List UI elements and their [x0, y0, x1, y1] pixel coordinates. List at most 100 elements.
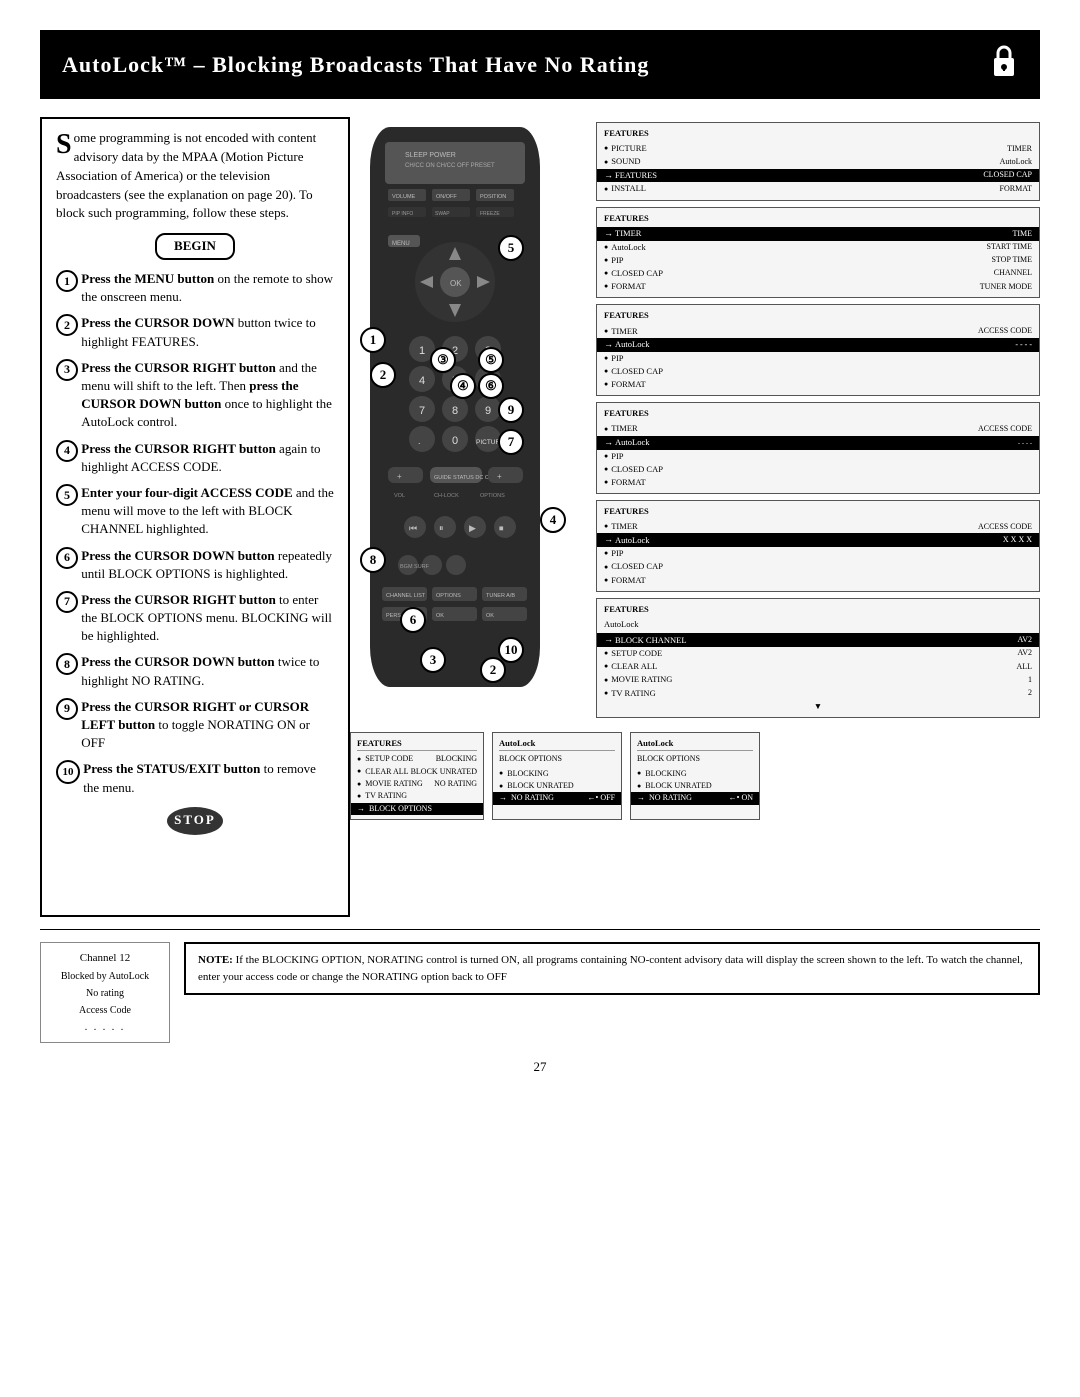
step-10-num: 10: [56, 760, 80, 784]
blocked-channel-screen: Channel 12 Blocked by AutoLock No rating…: [40, 942, 170, 1043]
begin-label: BEGIN: [155, 233, 235, 260]
step-6-num: 6: [56, 547, 78, 569]
bottom-note: NOTE: If the BLOCKING OPTION, NORATING c…: [184, 942, 1040, 995]
step-7-num: 7: [56, 591, 78, 613]
bottom-screen-line3: No rating: [51, 985, 159, 1002]
float-num-2: 2: [370, 362, 396, 388]
panel-features-4: FEATURES ● TIMER ACCESS CODE → AutoLock …: [596, 402, 1040, 494]
svg-text:POSITION: POSITION: [480, 194, 506, 200]
svg-text:VOLUME: VOLUME: [392, 194, 416, 200]
step-8: 8 Press the CURSOR DOWN button twice to …: [56, 653, 334, 689]
panel-features-2: FEATURES → TIMER TIME ● AutoLock START T…: [596, 207, 1040, 299]
step-3: 3 Press the CURSOR RIGHT button and the …: [56, 359, 334, 432]
step-6: 6 Press the CURSOR DOWN button repeatedl…: [56, 547, 334, 583]
lower-panel-2: AutoLock BLOCK OPTIONS ● BLOCKING ● BLOC…: [492, 732, 622, 820]
bottom-area: Channel 12 Blocked by AutoLock No rating…: [40, 929, 1040, 1043]
float-num-3: 3: [420, 647, 446, 673]
stop-indicator: STOP: [165, 807, 225, 835]
step-2-num: 2: [56, 314, 78, 336]
svg-text:OK: OK: [436, 613, 444, 619]
bottom-note-label: NOTE:: [198, 954, 233, 966]
intro-body: ome programming is not encoded with cont…: [56, 130, 316, 220]
drop-cap: S: [56, 131, 72, 159]
page-title: AutoLock™ – Blocking Broadcasts That Hav…: [62, 52, 649, 78]
remote-svg: SLEEP POWER CH/CC ON CH/CC OFF PRESET VO…: [350, 127, 560, 707]
svg-text:⏸: ⏸: [439, 523, 444, 533]
step-5-num: 5: [56, 484, 78, 506]
svg-text:OK: OK: [450, 279, 462, 288]
float-num-5: 5: [498, 235, 524, 261]
panel-features-3: FEATURES ● TIMER ACCESS CODE → AutoLock …: [596, 304, 1040, 396]
panel-features-5: FEATURES ● TIMER ACCESS CODE → AutoLock …: [596, 500, 1040, 592]
bottom-screen-line2: Blocked by AutoLock: [51, 968, 159, 985]
float-num-8: 8: [360, 547, 386, 573]
step-7: 7 Press the CURSOR RIGHT button to enter…: [56, 591, 334, 646]
float-num-7: 7: [498, 429, 524, 455]
screen-panels: FEATURES ● PICTURE TIMER ● SOUND AutoLoc…: [596, 117, 1040, 718]
instruction-panel: S ome programming is not encoded with co…: [40, 117, 350, 917]
svg-text:.: .: [418, 436, 421, 446]
lower-panel-3: AutoLock BLOCK OPTIONS ● BLOCKING ● BLOC…: [630, 732, 760, 820]
step-10: 10 Press the STATUS/EXIT button to remov…: [56, 760, 334, 796]
float-num-6: 6: [400, 607, 426, 633]
svg-text:SLEEP POWER: SLEEP POWER: [405, 152, 456, 159]
float-num-4-inner: ④: [450, 373, 476, 399]
svg-text:+: +: [497, 472, 502, 481]
float-num-6-inner: ⑥: [478, 373, 504, 399]
title-bar: AutoLock™ – Blocking Broadcasts That Hav…: [40, 30, 1040, 99]
svg-text:PIP INFO: PIP INFO: [392, 211, 413, 217]
step-1-num: 1: [56, 270, 78, 292]
svg-text:7: 7: [419, 405, 425, 417]
step-8-num: 8: [56, 653, 78, 675]
panel-autolock-block: FEATURES AutoLock → BLOCK CHANNEL AV2 ● …: [596, 598, 1040, 718]
lower-panel-1: FEATURES ● SETUP CODE BLOCKING ● CLEAR A…: [350, 732, 484, 820]
bottom-note-text: If the BLOCKING OPTION, NORATING control…: [198, 954, 1023, 983]
panel-features-1: FEATURES ● PICTURE TIMER ● SOUND AutoLoc…: [596, 122, 1040, 201]
page-number: 27: [40, 1059, 1040, 1075]
svg-text:CH/CC ON CH/CC OFF PRESET: CH/CC ON CH/CC OFF PRESET: [405, 163, 495, 169]
bottom-screen-line5: . . . . .: [51, 1019, 159, 1036]
svg-text:MENU: MENU: [392, 241, 410, 247]
lower-menus-row: FEATURES ● SETUP CODE BLOCKING ● CLEAR A…: [350, 732, 1040, 820]
float-num-1: 1: [360, 327, 386, 353]
svg-text:4: 4: [419, 375, 425, 387]
svg-text:FREEZE: FREEZE: [480, 211, 500, 217]
float-num-10: 10: [498, 637, 524, 663]
svg-text:⏮: ⏮: [409, 523, 417, 533]
step-4-num: 4: [56, 440, 78, 462]
svg-text:BGM SURF: BGM SURF: [400, 564, 430, 570]
svg-text:VOL: VOL: [394, 493, 405, 499]
step-1: 1 Press the MENU button on the remote to…: [56, 270, 334, 306]
svg-text:+: +: [397, 472, 402, 481]
float-num-2b: 2: [480, 657, 506, 683]
step-4: 4 Press the CURSOR RIGHT button again to…: [56, 440, 334, 476]
svg-text:⏹: ⏹: [499, 523, 504, 533]
svg-text:9: 9: [485, 405, 491, 417]
main-content: S ome programming is not encoded with co…: [40, 117, 1040, 917]
svg-text:0: 0: [452, 435, 458, 447]
step-2: 2 Press the CURSOR DOWN button twice to …: [56, 314, 334, 350]
right-area: SLEEP POWER CH/CC ON CH/CC OFF PRESET VO…: [350, 117, 1040, 917]
svg-text:1: 1: [419, 345, 425, 357]
step-5: 5 Enter your four-digit ACCESS CODE and …: [56, 484, 334, 539]
step-9-num: 9: [56, 698, 78, 720]
remote-section: SLEEP POWER CH/CC ON CH/CC OFF PRESET VO…: [350, 127, 580, 718]
svg-text:SWAP: SWAP: [435, 211, 450, 217]
stop-label: STOP: [167, 807, 223, 835]
bottom-screen-line1: Channel 12: [51, 949, 159, 968]
bottom-screen-line4: Access Code: [51, 1002, 159, 1019]
step-9: 9 Press the CURSOR RIGHT or CURSOR LEFT …: [56, 698, 334, 753]
lock-icon: [990, 44, 1018, 85]
float-num-3-inner: ③: [430, 347, 456, 373]
float-num-5-inner: ⑤: [478, 347, 504, 373]
svg-text:▶: ▶: [469, 523, 476, 533]
svg-text:CHANNEL LIST: CHANNEL LIST: [386, 593, 426, 599]
step-3-num: 3: [56, 359, 78, 381]
svg-text:8: 8: [452, 405, 458, 417]
intro-text: S ome programming is not encoded with co…: [56, 129, 334, 223]
svg-text:ON/OFF: ON/OFF: [436, 194, 457, 200]
svg-text:CH-LOCK: CH-LOCK: [434, 493, 459, 499]
float-num-4: 4: [540, 507, 566, 533]
svg-text:OPTIONS: OPTIONS: [480, 493, 505, 499]
svg-text:OK: OK: [486, 613, 494, 619]
